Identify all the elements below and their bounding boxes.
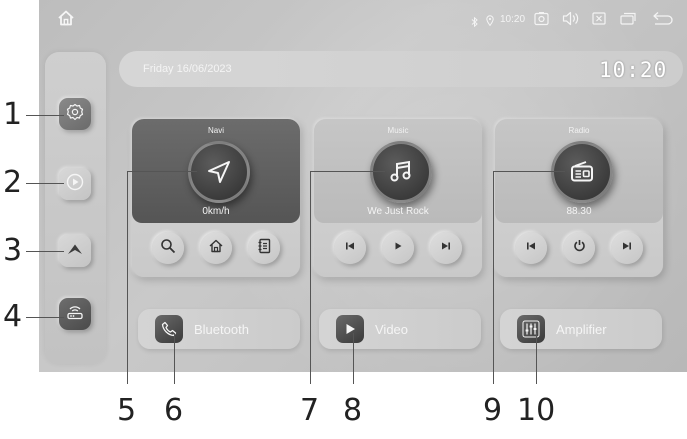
- window-icon[interactable]: [620, 12, 636, 30]
- callout-line-9: [493, 171, 494, 384]
- screenshot-icon[interactable]: [534, 11, 549, 31]
- callout-number-7: 7: [300, 393, 320, 428]
- callout-line-5: [127, 171, 128, 384]
- video-play-icon: [336, 315, 364, 343]
- skip-next-icon: [440, 239, 452, 257]
- date-label: Friday 16/06/2023: [143, 63, 232, 75]
- music-note-icon: [370, 141, 432, 203]
- callout-number-1: 1: [3, 97, 23, 132]
- bluetooth-label: Bluetooth: [194, 322, 249, 337]
- bluetooth-shortcut[interactable]: Bluetooth: [138, 309, 300, 349]
- navi-title: Navi: [207, 126, 224, 135]
- play-circle-icon: [66, 173, 84, 196]
- settings-icon: [66, 103, 84, 126]
- clock-display: 10:20: [599, 58, 668, 82]
- home-icon: [208, 238, 224, 259]
- callout-number-3: 3: [3, 233, 23, 268]
- connection-button[interactable]: [59, 298, 91, 330]
- power-icon: [573, 239, 586, 257]
- skip-previous-icon: [344, 239, 356, 257]
- home-icon[interactable]: [57, 9, 75, 32]
- music-next-button[interactable]: [430, 232, 462, 264]
- navi-card: Navi 0km/h: [132, 119, 300, 277]
- music-play-button[interactable]: [382, 232, 414, 264]
- callout-line-10: [536, 333, 537, 384]
- back-icon[interactable]: [652, 11, 674, 30]
- radio-frequency: 88.30: [566, 206, 592, 217]
- callout-number-6: 6: [164, 393, 184, 428]
- callout-number-9: 9: [483, 393, 503, 428]
- music-card: Music We Just Rock: [314, 119, 482, 277]
- play-icon: [392, 239, 404, 257]
- radio-card: Radio 88.30: [495, 119, 663, 277]
- skip-previous-icon: [525, 239, 537, 257]
- video-label: Video: [375, 322, 409, 337]
- callout-line-8: [353, 333, 354, 384]
- location-icon: [486, 13, 494, 31]
- callout-number-4: 4: [3, 299, 23, 334]
- video-shortcut[interactable]: Video: [319, 309, 481, 349]
- music-title: Music: [387, 126, 409, 135]
- callout-number-2: 2: [3, 165, 23, 200]
- close-box-icon[interactable]: [592, 12, 606, 30]
- callout-number-5: 5: [117, 393, 137, 428]
- equalizer-icon: [517, 315, 545, 343]
- bluetooth-icon: [471, 14, 478, 32]
- callout-line-4: [26, 317, 64, 318]
- phone-icon: [155, 315, 183, 343]
- status-bar: 10:20: [39, 0, 687, 38]
- head-unit-screen: 10:20 Friday 16/06/2023 10:20 Navi 0km/h…: [39, 0, 687, 372]
- router-icon: [66, 303, 84, 326]
- amplifier-label: Amplifier: [556, 322, 607, 337]
- status-time: 10:20: [500, 14, 526, 25]
- music-previous-button[interactable]: [334, 232, 366, 264]
- callout-line-1: [26, 115, 64, 116]
- callout-line-6: [174, 333, 175, 384]
- media-button[interactable]: [59, 168, 91, 200]
- radio-power-button[interactable]: [563, 232, 595, 264]
- settings-button[interactable]: [59, 98, 91, 130]
- chevron-up-icon: [66, 242, 84, 261]
- callout-line-5-horizontal: [127, 171, 197, 172]
- address-book-icon: [256, 238, 272, 259]
- callout-line-9-horizontal: [493, 171, 565, 172]
- navigation-arrow-icon: [188, 141, 250, 203]
- search-icon: [160, 238, 176, 259]
- radio-icon: [551, 141, 613, 203]
- navi-home-button[interactable]: [200, 232, 232, 264]
- callout-number-10: 10: [517, 393, 556, 428]
- callout-line-7: [310, 171, 311, 384]
- music-track: We Just Rock: [367, 206, 429, 217]
- skip-next-icon: [621, 239, 633, 257]
- callout-number-8: 8: [343, 393, 363, 428]
- amplifier-shortcut[interactable]: Amplifier: [500, 309, 662, 349]
- callout-line-3: [26, 251, 64, 252]
- volume-icon[interactable]: [562, 11, 579, 31]
- radio-next-button[interactable]: [611, 232, 643, 264]
- callout-line-2: [26, 183, 64, 184]
- radio-previous-button[interactable]: [515, 232, 547, 264]
- navi-address-book-button[interactable]: [248, 232, 280, 264]
- callout-line-7-horizontal: [310, 171, 385, 172]
- radio-title: Radio: [568, 126, 590, 135]
- navi-search-button[interactable]: [152, 232, 184, 264]
- navi-speed: 0km/h: [202, 206, 230, 217]
